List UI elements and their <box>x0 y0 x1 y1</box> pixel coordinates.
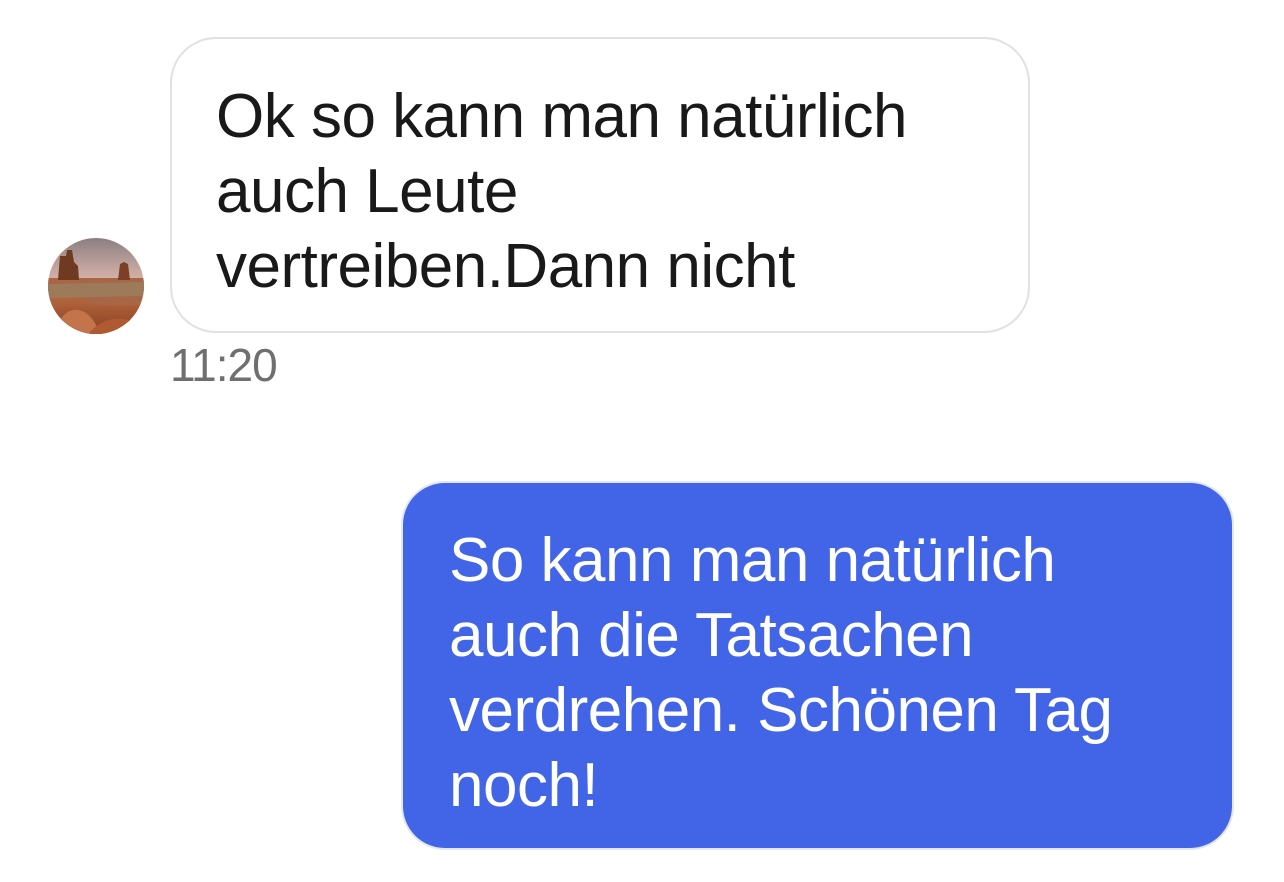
desert-landscape-icon <box>48 238 144 334</box>
incoming-message-bubble[interactable]: Ok so kann man natürlich auch Leute vert… <box>170 37 1030 333</box>
outgoing-message-text: So kann man natürlich auch die Tatsachen… <box>449 526 1113 820</box>
sender-avatar[interactable] <box>48 238 144 334</box>
outgoing-message-bubble[interactable]: So kann man natürlich auch die Tatsachen… <box>401 481 1234 850</box>
message-timestamp: 11:20 <box>170 339 278 391</box>
incoming-message-text: Ok so kann man natürlich auch Leute vert… <box>216 82 908 301</box>
